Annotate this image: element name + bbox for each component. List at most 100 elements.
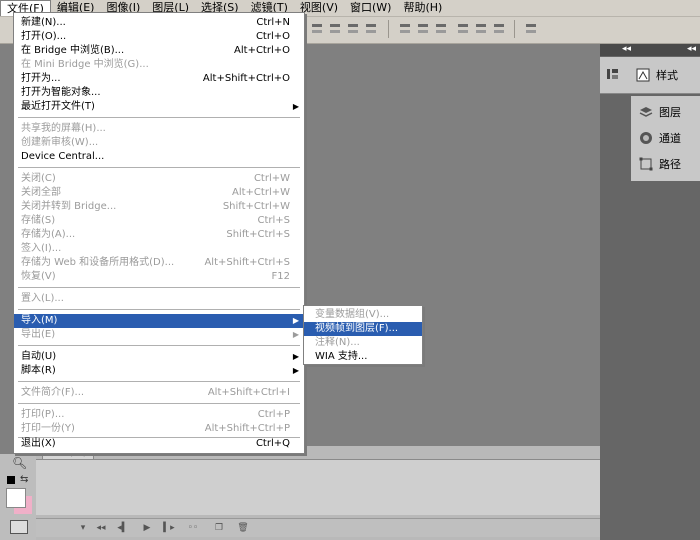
loop-dropdown-icon[interactable]: ▾ <box>76 522 90 534</box>
distribute-right-icon[interactable] <box>492 22 506 36</box>
next-frame-icon[interactable]: ▍▸ <box>162 522 176 534</box>
menu-item-print: 打印(P)... Ctrl+P <box>14 408 304 422</box>
menu-item-new[interactable]: 新建(N)... Ctrl+N <box>14 16 304 30</box>
menu-item-open[interactable]: 打开(O)... Ctrl+O <box>14 30 304 44</box>
quick-mask-icon[interactable] <box>10 520 28 534</box>
menu-item-label: 打开为... <box>21 73 61 84</box>
menu-item-exit[interactable]: 退出(X) Ctrl+Q <box>14 437 304 451</box>
menu-item-close: 关闭(C) Ctrl+W <box>14 172 304 186</box>
menu-item-label: 存储(S) <box>21 215 56 226</box>
menu-item-label: 最近打开文件(T) <box>21 101 95 112</box>
distribute-hcenter-icon[interactable] <box>474 22 488 36</box>
history-icon <box>607 69 618 79</box>
menu-item-scripts[interactable]: 脚本(R) ▶ <box>14 364 304 378</box>
dock-header: ◂◂ ◂◂ <box>600 44 700 56</box>
delete-frame-icon[interactable]: 🗑︎ <box>236 522 250 534</box>
paths-panel-button[interactable]: 路径 <box>639 156 681 172</box>
align-bottom-icon[interactable] <box>346 22 360 36</box>
menu-item-automate[interactable]: 自动(U) ▶ <box>14 350 304 364</box>
tools-panel: 🔍︎ ⇆ <box>0 454 37 540</box>
menu-item-export: 导出(E) ▶ <box>14 328 304 342</box>
zoom-tool-icon[interactable]: 🔍︎ <box>12 456 27 470</box>
align-left-icon[interactable] <box>364 22 378 36</box>
submenu-item-wia-support[interactable]: WIA 支持... <box>304 350 422 364</box>
menu-item-open-smart-object[interactable]: 打开为智能对象... <box>14 86 304 100</box>
foreground-color-swatch[interactable] <box>6 488 26 508</box>
collapse-arrows-icon[interactable]: ◂◂ <box>622 44 631 54</box>
expand-arrows-icon[interactable]: ◂◂ <box>687 44 696 54</box>
menu-window[interactable]: 窗口(W) <box>344 0 397 16</box>
menu-item-browse-bridge[interactable]: 在 Bridge 中浏览(B)... Alt+Ctrl+O <box>14 44 304 58</box>
menu-item-label: 共享我的屏幕(H)... <box>21 123 106 134</box>
play-icon[interactable]: ▶ <box>140 522 154 534</box>
menu-item-browse-mini-bridge: 在 Mini Bridge 中浏览(G)... <box>14 58 304 72</box>
menu-item-recent-files[interactable]: 最近打开文件(T) ▶ <box>14 100 304 114</box>
menu-item-close-go-bridge: 关闭并转到 Bridge... Shift+Ctrl+W <box>14 200 304 214</box>
menu-item-shortcut: Ctrl+O <box>255 31 290 42</box>
menu-item-shortcut: Alt+Shift+Ctrl+P <box>204 423 290 434</box>
layers-panel-strip: 图层 通道 路径 <box>631 96 700 181</box>
menu-separator <box>18 117 300 119</box>
menu-item-label: 恢复(V) <box>21 271 56 282</box>
menu-item-label: 导出(E) <box>21 329 56 340</box>
menu-item-open-as[interactable]: 打开为... Alt+Shift+Ctrl+O <box>14 72 304 86</box>
menu-item-import[interactable]: 导入(M) ▶ <box>14 314 304 328</box>
menu-item-file-info: 文件简介(F)... Alt+Shift+Ctrl+I <box>14 386 304 400</box>
distribute-left-icon[interactable] <box>456 22 470 36</box>
menu-item-save-as: 存储为(A)... Shift+Ctrl+S <box>14 228 304 242</box>
menu-item-label: 在 Mini Bridge 中浏览(G)... <box>21 59 149 70</box>
animation-frames-area[interactable] <box>36 459 600 515</box>
menu-item-shortcut: Alt+Ctrl+O <box>234 45 290 56</box>
submenu-item-label: 视频帧到图层(F)... <box>315 323 399 334</box>
menu-item-check-in: 签入(I)... <box>14 242 304 256</box>
history-tool-icon[interactable] <box>606 67 626 81</box>
default-colors-icon[interactable] <box>7 476 15 484</box>
distribute-bottom-icon[interactable] <box>434 22 448 36</box>
menu-item-device-central[interactable]: Device Central... <box>14 150 304 164</box>
menu-item-shortcut: Shift+Ctrl+S <box>226 229 290 240</box>
menu-help[interactable]: 帮助(H) <box>397 0 448 16</box>
menu-separator <box>18 403 300 405</box>
channels-icon <box>640 132 652 144</box>
auto-align-icon[interactable] <box>524 22 538 36</box>
menu-item-save: 存储(S) Ctrl+S <box>14 214 304 228</box>
menu-item-label: 存储为 Web 和设备所用格式(D)... <box>21 257 175 268</box>
submenu-arrow-icon: ▶ <box>292 102 299 111</box>
channels-label: 通道 <box>659 132 681 145</box>
duplicate-frame-icon[interactable]: ❐ <box>212 522 226 534</box>
submenu-item-label: 变量数据组(V)... <box>315 309 390 320</box>
distribute-top-icon[interactable] <box>398 22 412 36</box>
submenu-arrow-icon: ▶ <box>292 352 299 361</box>
menu-item-share-screen: 共享我的屏幕(H)... <box>14 122 304 136</box>
menu-item-label: 创建新审核(W)... <box>21 137 99 148</box>
layers-panel-button[interactable]: 图层 <box>639 104 681 120</box>
panel-dock: ◂◂ ◂◂ 样式 图层 通道 路径 <box>600 44 700 540</box>
menu-item-shortcut: Ctrl+W <box>253 173 290 184</box>
tween-icon[interactable]: ◦◦ <box>186 522 200 534</box>
layers-label: 图层 <box>659 106 681 119</box>
menu-item-label: 打印一份(Y) <box>21 423 75 434</box>
menu-item-revert: 恢复(V) F12 <box>14 270 304 284</box>
menu-item-label: 打印(P)... <box>21 409 65 420</box>
menu-item-label: 导入(M) <box>21 315 58 326</box>
submenu-item-video-frames-to-layers[interactable]: 视频帧到图层(F)... <box>304 322 422 336</box>
menu-item-label: 关闭全部 <box>21 187 61 198</box>
import-submenu: 变量数据组(V)... 视频帧到图层(F)... 注释(N)... WIA 支持… <box>303 305 423 365</box>
menu-item-label: 自动(U) <box>21 351 57 362</box>
align-top-icon[interactable] <box>310 22 324 36</box>
channels-panel-button[interactable]: 通道 <box>639 130 681 146</box>
menu-separator <box>18 345 300 347</box>
styles-panel-button[interactable]: 样式 <box>636 67 678 83</box>
first-frame-icon[interactable]: ◂◂ <box>94 522 108 534</box>
menu-separator <box>18 167 300 169</box>
animation-controls: ▾ ◂◂ ◂▍ ▶ ▍▸ ◦◦ ❐ 🗑︎ <box>36 518 600 537</box>
styles-icon <box>636 68 650 82</box>
align-vcenter-icon[interactable] <box>328 22 342 36</box>
paths-label: 路径 <box>659 158 681 171</box>
prev-frame-icon[interactable]: ◂▍ <box>116 522 130 534</box>
menu-item-shortcut: Ctrl+P <box>257 409 290 420</box>
swap-colors-icon[interactable]: ⇆ <box>20 474 28 485</box>
distribute-vcenter-icon[interactable] <box>416 22 430 36</box>
menu-item-shortcut: Ctrl+Q <box>255 438 290 449</box>
menu-item-print-one: 打印一份(Y) Alt+Shift+Ctrl+P <box>14 422 304 436</box>
